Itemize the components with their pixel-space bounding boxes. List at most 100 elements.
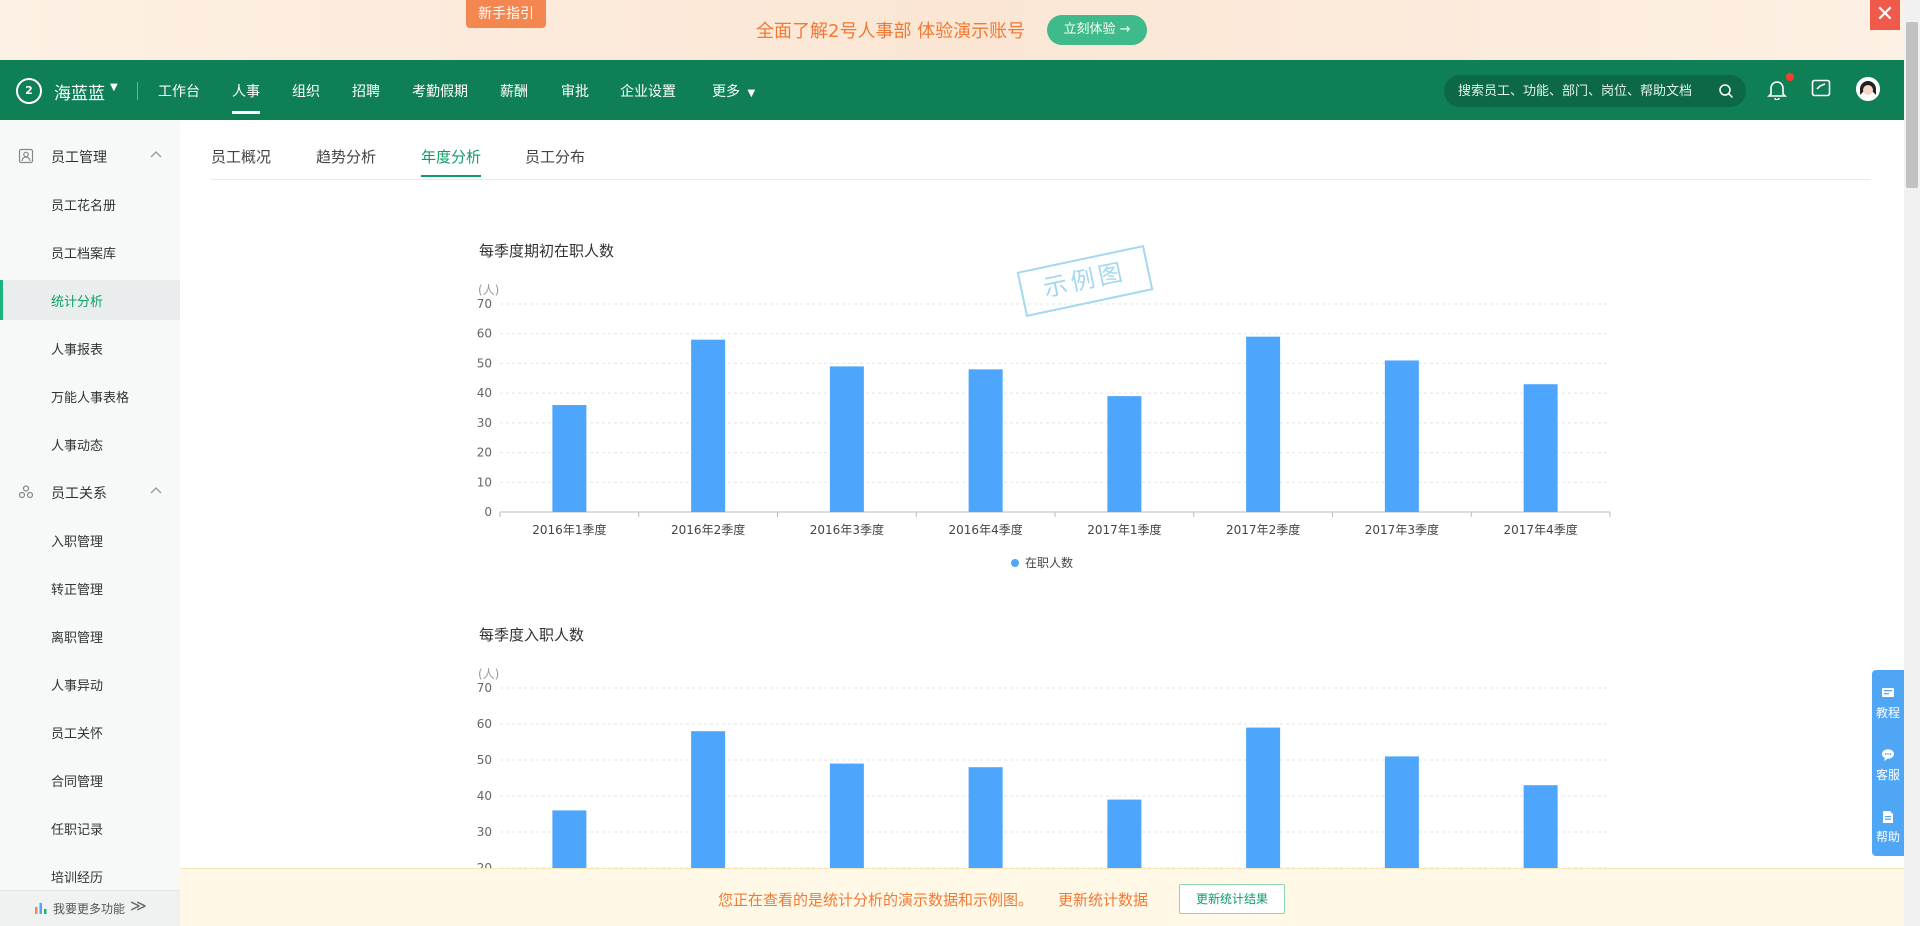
tab-overview[interactable]: 员工概况 [211, 146, 271, 167]
more-features-link[interactable]: 我要更多功能 ≫ [0, 890, 180, 926]
sidebar-item-label: 培训经历 [51, 871, 104, 886]
nav-item-recruit[interactable]: 招聘 [352, 81, 380, 101]
bar [1523, 785, 1558, 868]
sidebar-item-label: 员工花名册 [51, 199, 117, 214]
bar [1523, 384, 1558, 512]
tab-trend[interactable]: 趋势分析 [316, 146, 376, 167]
float-label: 帮助 [1875, 830, 1900, 844]
message-icon[interactable] [1810, 78, 1832, 100]
float-service-button[interactable]: 客服 [1872, 734, 1904, 794]
notice-text: 您正在查看的是统计分析的演示数据和示例图。 [718, 891, 1034, 909]
x-tick-label: 2017年3季度 [1365, 522, 1439, 537]
y-tick-label: 70 [477, 681, 492, 695]
sidebar-item-label: 任职记录 [51, 823, 104, 838]
sidebar-item-roster[interactable]: 员工花名册 [0, 184, 180, 224]
legend-label: 在职人数 [1025, 555, 1073, 570]
close-banner-button[interactable]: ✕ [1870, 0, 1900, 30]
nav-item-hr[interactable]: 人事 [232, 81, 260, 114]
sidebar-item-onboarding[interactable]: 入职管理 [0, 520, 180, 560]
float-label: 客服 [1875, 768, 1900, 782]
bar [552, 810, 587, 868]
update-statistics-link[interactable]: 更新统计数据 [1058, 889, 1148, 910]
sidebar-item-label: 员工关怀 [51, 727, 104, 742]
chevron-up-icon[interactable] [148, 146, 164, 162]
tab-annual[interactable]: 年度分析 [421, 146, 482, 177]
global-search[interactable] [1444, 75, 1746, 107]
newbie-guide-tag[interactable]: 新手指引 [466, 0, 546, 28]
sidebar-item-position-records[interactable]: 任职记录 [0, 808, 180, 848]
sidebar-group-label: 员工管理 [51, 150, 107, 166]
sidebar-item-archive[interactable]: 员工档案库 [0, 232, 180, 272]
chevron-up-icon[interactable] [148, 482, 164, 498]
tutorial-icon [1882, 688, 1894, 697]
search-icon[interactable] [1718, 83, 1734, 99]
top-navigation: 2 海蓝蓝 ▼ 工作台 人事 组织 招聘 考勤假期 薪酬 审批 企业设置 更多 … [0, 60, 1904, 120]
nav-item-more[interactable]: 更多 ▼ [712, 81, 755, 101]
chevron-down-icon[interactable]: ▼ [110, 82, 118, 93]
chart-2-new-hires-per-quarter: (人)10203040506070 [477, 667, 1610, 911]
y-axis-unit-label: (人) [478, 283, 499, 297]
try-now-button[interactable]: 立刻体验 → [1047, 15, 1147, 45]
nav-item-attendance[interactable]: 考勤假期 [412, 81, 468, 101]
bar [829, 763, 864, 868]
avatar-image [1856, 77, 1880, 101]
notification-dot [1786, 73, 1794, 81]
x-tick-label: 2017年1季度 [1087, 522, 1161, 537]
sidebar-item-contracts[interactable]: 合同管理 [0, 760, 180, 800]
sidebar-item-statistics[interactable]: 统计分析 [0, 280, 180, 320]
y-tick-label: 40 [477, 386, 492, 400]
search-input[interactable] [1458, 75, 1713, 107]
sidebar-item-label: 员工档案库 [51, 247, 117, 262]
x-tick-label: 2016年4季度 [949, 522, 1023, 537]
sidebar-group-employee-relations[interactable]: 员工关系 [0, 477, 180, 507]
relations-icon [18, 485, 34, 499]
y-tick-label: 60 [477, 327, 492, 341]
sidebar-item-label: 转正管理 [51, 583, 104, 598]
bell-icon[interactable] [1766, 78, 1788, 100]
update-results-button[interactable]: 更新统计结果 [1179, 884, 1285, 914]
sidebar-item-label: 人事异动 [51, 679, 104, 694]
sidebar-item-label: 合同管理 [51, 775, 104, 790]
sidebar-item-universal-tables[interactable]: 万能人事表格 [0, 376, 180, 416]
y-tick-label: 10 [477, 475, 492, 489]
y-tick-label: 30 [477, 416, 492, 430]
bar [1246, 336, 1281, 512]
sidebar-group-employee-management[interactable]: 员工管理 [0, 141, 180, 171]
bar [968, 767, 1003, 868]
float-label: 教程 [1875, 706, 1900, 720]
chart-1-headcount-at-quarter-start: (人) 0 10 20 30 40 50 60 70 2016年1季度 2016年2季度 2016年3… [477, 283, 1611, 570]
sidebar-item-care[interactable]: 员工关怀 [0, 712, 180, 752]
bar [691, 339, 726, 512]
nav-item-org[interactable]: 组织 [292, 81, 320, 101]
float-help-button[interactable]: 帮助 [1872, 796, 1904, 856]
sidebar-item-label: 统计分析 [51, 295, 104, 310]
scrollbar-thumb[interactable] [1906, 22, 1918, 188]
demo-data-notice: 您正在查看的是统计分析的演示数据和示例图。 更新统计数据 更新统计结果 [180, 868, 1904, 926]
float-tutorial-button[interactable]: 教程 [1872, 672, 1904, 732]
nav-item-workbench[interactable]: 工作台 [158, 81, 200, 101]
nav-divider [137, 82, 138, 100]
bar [1384, 360, 1419, 512]
sidebar-item-resignation[interactable]: 离职管理 [0, 616, 180, 656]
sidebar-item-hr-reports[interactable]: 人事报表 [0, 328, 180, 368]
sidebar-item-hr-dynamics[interactable]: 人事动态 [0, 424, 180, 464]
promo-banner: 新手指引 全面了解2号人事部 体验演示账号 立刻体验 → ✕ [0, 0, 1920, 60]
nav-item-salary[interactable]: 薪酬 [500, 81, 528, 101]
bar [552, 405, 587, 512]
sidebar-item-probation[interactable]: 转正管理 [0, 568, 180, 608]
sidebar-item-transfer[interactable]: 人事异动 [0, 664, 180, 704]
sidebar-item-label: 离职管理 [51, 631, 104, 646]
bar [1246, 727, 1281, 868]
tab-distribution[interactable]: 员工分布 [525, 146, 585, 167]
nav-item-settings[interactable]: 企业设置 [620, 81, 676, 101]
user-avatar[interactable] [1856, 77, 1880, 101]
bar [1107, 799, 1142, 868]
sidebar-group-label: 员工关系 [51, 486, 107, 502]
nav-item-approval[interactable]: 审批 [561, 81, 589, 101]
x-tick-label: 2016年3季度 [810, 522, 884, 537]
company-name[interactable]: 海蓝蓝 [54, 79, 105, 104]
y-tick-label: 50 [477, 753, 492, 767]
legend-marker [1011, 559, 1019, 567]
sidebar: 员工管理 员工花名册 员工档案库 统计分析 人事报表 万能人事表格 人事动态 员… [0, 120, 180, 926]
chart-2-title: 每季度入职人数 [479, 626, 585, 644]
